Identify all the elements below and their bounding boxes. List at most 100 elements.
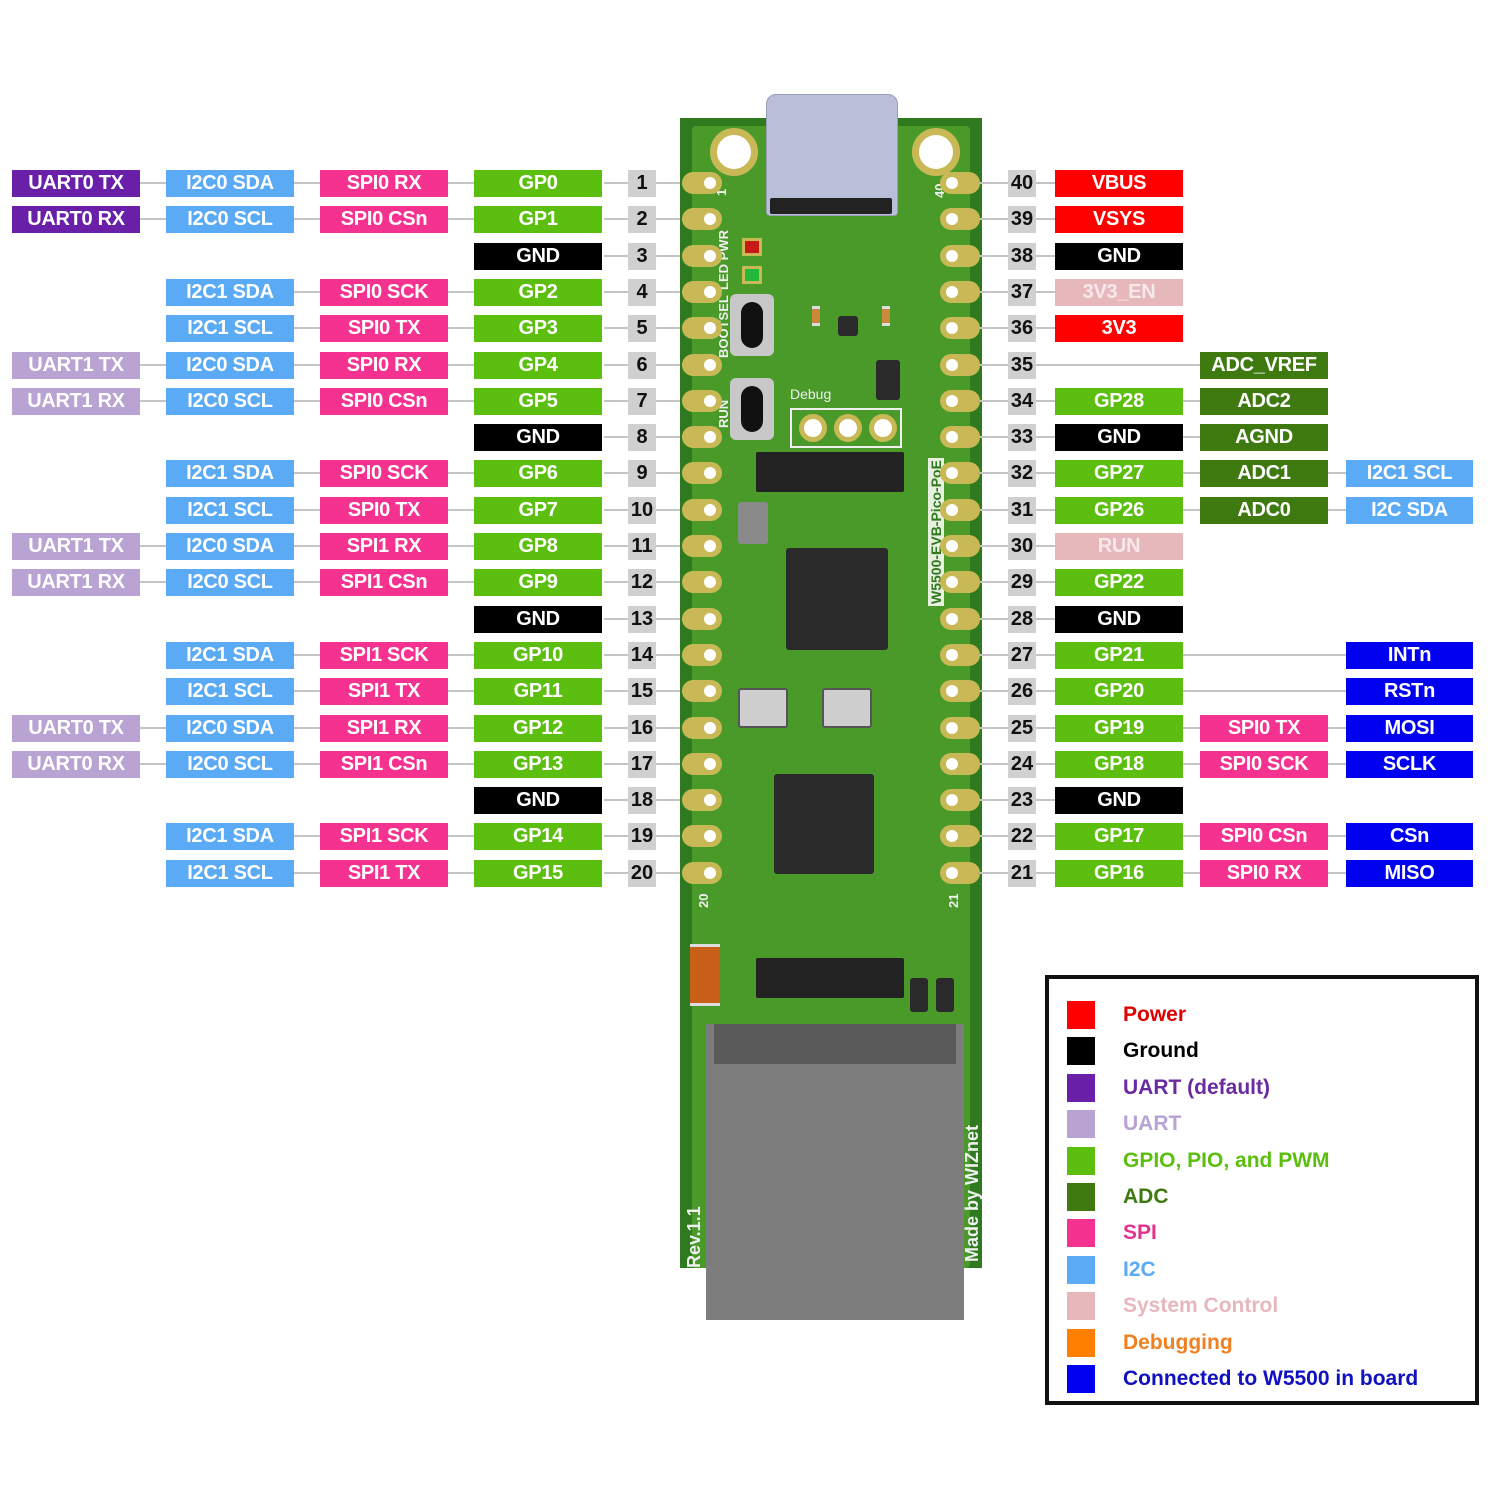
gpio-label: GP22 <box>1055 569 1183 596</box>
pin-number: 2 <box>628 206 656 233</box>
connector-line <box>448 509 474 511</box>
connector-line <box>448 835 474 837</box>
pin-pad <box>940 753 980 775</box>
connector-line <box>448 654 474 656</box>
pin-pad <box>940 172 980 194</box>
gpio-label: GP1 <box>474 206 602 233</box>
pin-number: 7 <box>628 388 656 415</box>
pin-pad <box>682 172 722 194</box>
adc-label: ADC0 <box>1200 497 1328 524</box>
silk-pin20: 20 <box>696 893 711 908</box>
pin-pad <box>940 571 980 593</box>
legend-swatch <box>1067 1183 1095 1211</box>
connector-line <box>294 182 320 184</box>
legend-swatch <box>1067 1219 1095 1248</box>
pin-number: 34 <box>1008 388 1036 415</box>
status-led <box>742 266 762 284</box>
i2c-label: I2C0 SDA <box>166 715 294 742</box>
gpio-label: GP27 <box>1055 460 1183 487</box>
gpio-label: GP4 <box>474 352 602 379</box>
silk-pin21: 21 <box>946 893 961 908</box>
connector-line <box>294 690 320 692</box>
uart-label: UART1 RX <box>12 388 140 415</box>
pin-pad <box>682 462 722 484</box>
w5500-label: MOSI <box>1346 715 1473 742</box>
pin-number: 4 <box>628 279 656 306</box>
pin-pad <box>682 644 722 666</box>
small-chip <box>838 316 858 336</box>
legend-label: UART <box>1123 1112 1182 1136</box>
gpio-label: GP6 <box>474 460 602 487</box>
rp2040-chip <box>774 774 874 874</box>
i2c-label: I2C SDA <box>1346 497 1473 524</box>
pin-pad <box>682 789 722 811</box>
debug-pin <box>834 414 862 442</box>
i2c-label: I2C1 SCL <box>166 497 294 524</box>
pin-pad <box>682 317 722 339</box>
spi-label: SPI1 TX <box>320 860 448 887</box>
uart-label: UART0 RX <box>12 206 140 233</box>
pin-pad <box>940 717 980 739</box>
w5500-label: MISO <box>1346 860 1473 887</box>
connector-line <box>448 364 474 366</box>
i2c-label: I2C0 SCL <box>166 206 294 233</box>
spi-label: SPI0 SCK <box>1200 751 1328 778</box>
uart-label: UART1 TX <box>12 352 140 379</box>
diode <box>936 978 954 1012</box>
legend-swatch <box>1067 1146 1095 1175</box>
gpio-label: GP16 <box>1055 860 1183 887</box>
pinout-diagram: LED PWR BOOTSEL RUN Debug W5500-EVB-Pico… <box>0 0 1500 1500</box>
spi-label: SPI0 SCK <box>320 279 448 306</box>
pin-number: 9 <box>628 460 656 487</box>
legend-label: UART (default) <box>1123 1075 1270 1099</box>
pin-number: 24 <box>1008 751 1036 778</box>
pin-pad <box>940 426 980 448</box>
i2c-label: I2C1 SDA <box>166 642 294 669</box>
pin-number: 37 <box>1008 279 1036 306</box>
connector-line <box>294 472 320 474</box>
pin-number: 8 <box>628 424 656 451</box>
connector-line <box>140 727 166 729</box>
inductor <box>690 944 720 1006</box>
gpio-label: GP21 <box>1055 642 1183 669</box>
connector-line <box>448 872 474 874</box>
pin-number: 12 <box>628 569 656 596</box>
pin-number: 20 <box>628 860 656 887</box>
pin-number: 18 <box>628 787 656 814</box>
connector-line <box>294 364 320 366</box>
gpio-label: GP3 <box>474 315 602 342</box>
pin-number: 31 <box>1008 497 1036 524</box>
adc-label: ADC_VREF <box>1200 352 1328 379</box>
diode <box>910 978 928 1012</box>
legend-swatch <box>1067 1255 1095 1284</box>
spi-label: SPI1 RX <box>320 715 448 742</box>
pin-pad <box>940 317 980 339</box>
connector-line <box>140 581 166 583</box>
connector-line <box>448 727 474 729</box>
connector-line <box>140 364 166 366</box>
connector-line <box>140 763 166 765</box>
usb-c-pins <box>770 198 892 214</box>
pin-header-top <box>756 452 904 492</box>
spi-label: SPI0 RX <box>320 352 448 379</box>
spi-label: SPI0 TX <box>1200 715 1328 742</box>
pin-pad <box>940 608 980 630</box>
pin-pad <box>940 499 980 521</box>
pin-number: 25 <box>1008 715 1036 742</box>
spi-label: SPI1 RX <box>320 533 448 560</box>
pin-number: 15 <box>628 678 656 705</box>
i2c-label: I2C1 SDA <box>166 279 294 306</box>
bootsel-button <box>730 294 774 356</box>
gnd-label: GND <box>474 243 602 270</box>
power-label: 3V3 <box>1055 315 1183 342</box>
spi-label: SPI0 SCK <box>320 460 448 487</box>
system-label: RUN <box>1055 533 1183 560</box>
spi-label: SPI1 CSn <box>320 569 448 596</box>
board-maker: Made by WIZnet <box>962 1124 982 1262</box>
mounting-hole <box>912 128 960 176</box>
spi-label: SPI0 CSn <box>320 206 448 233</box>
gpio-label: GP9 <box>474 569 602 596</box>
spi-label: SPI1 SCK <box>320 823 448 850</box>
gnd-label: GND <box>1055 424 1183 451</box>
i2c-label: I2C1 SCL <box>1346 460 1473 487</box>
